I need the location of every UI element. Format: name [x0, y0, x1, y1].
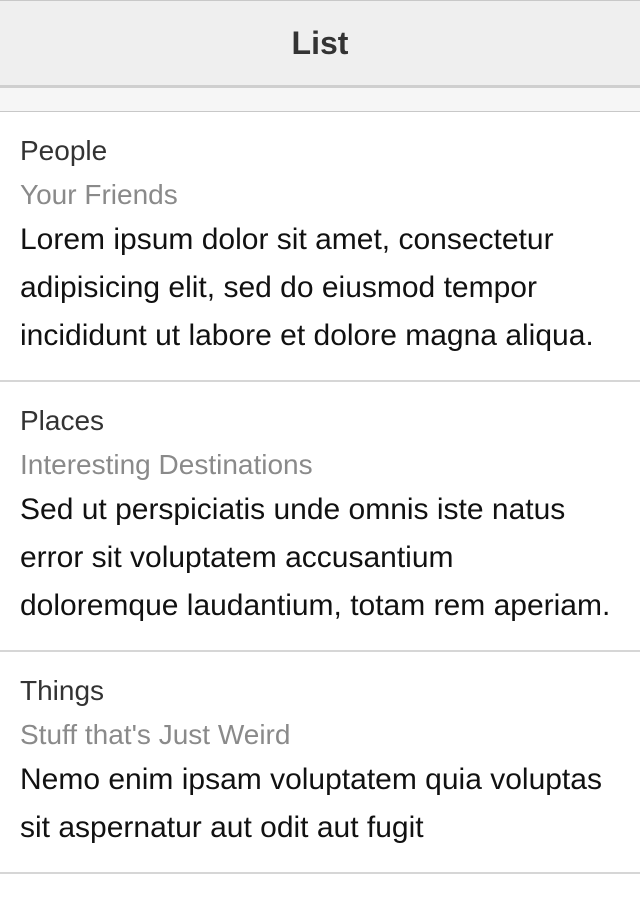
- list-item-title: Places: [20, 405, 105, 436]
- navigation-bar: List: [0, 0, 640, 88]
- list-item-places[interactable]: Places Interesting Destinations Sed ut p…: [0, 382, 640, 652]
- list-item-body: Lorem ipsum dolor sit amet, consectetur …: [20, 223, 594, 352]
- list-item-people[interactable]: People Your Friends Lorem ipsum dolor si…: [0, 112, 640, 382]
- list-item-subtitle: Your Friends: [20, 179, 178, 210]
- list-item-body: Nemo enim ipsam voluptatem quia voluptas…: [20, 763, 602, 844]
- list-item-title: Things: [20, 675, 105, 706]
- list-item-things[interactable]: Things Stuff that's Just Weird Nemo enim…: [0, 652, 640, 874]
- page-title: List: [291, 24, 349, 61]
- list-item-subtitle: Interesting Destinations: [20, 449, 313, 480]
- list-item-title: People: [20, 135, 108, 166]
- list-screen: List People Your Friends Lorem ipsum dol…: [0, 0, 640, 922]
- list-item-subtitle: Stuff that's Just Weird: [20, 719, 291, 750]
- list-header-spacer: [0, 88, 640, 112]
- list-item-body: Sed ut perspiciatis unde omnis iste natu…: [20, 493, 611, 622]
- content-list: People Your Friends Lorem ipsum dolor si…: [0, 112, 640, 874]
